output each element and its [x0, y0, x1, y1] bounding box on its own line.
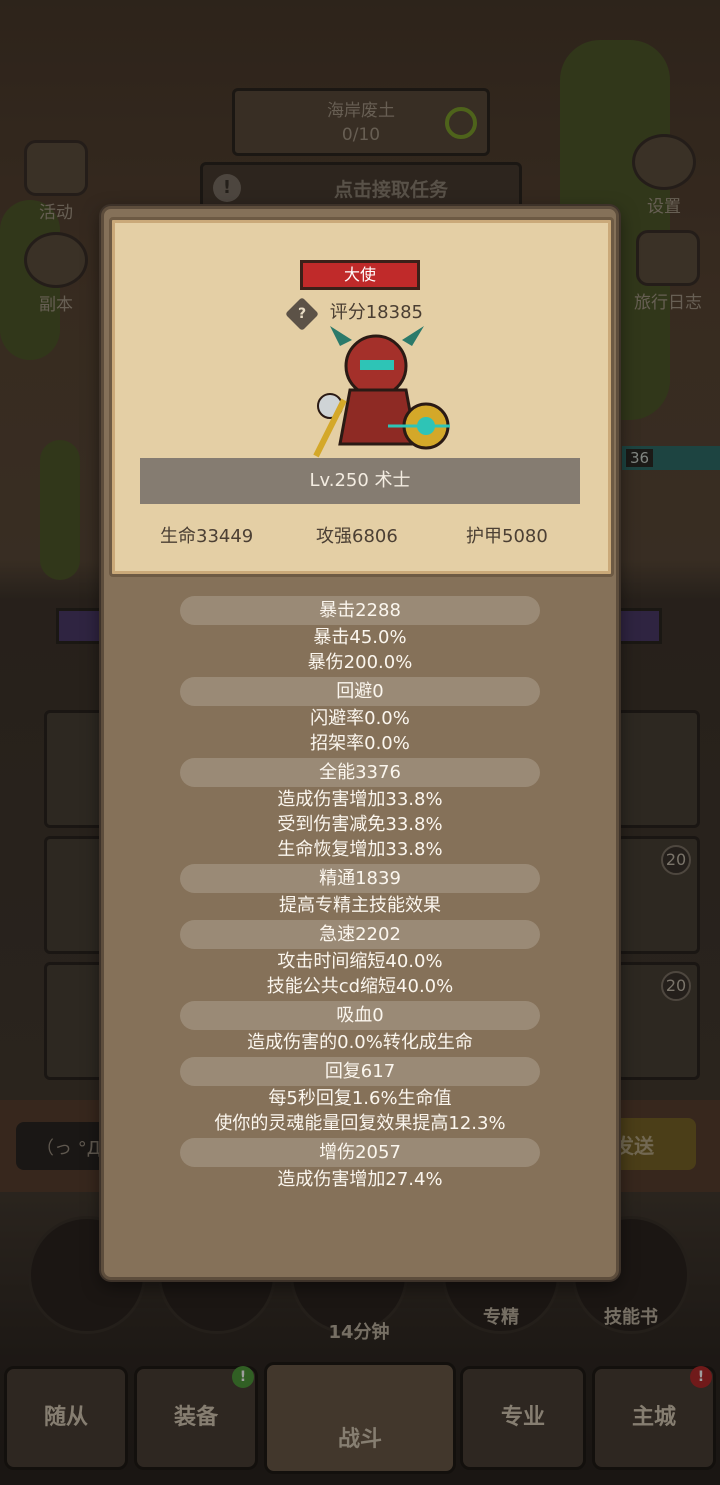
stat-detail: 攻击时间缩短40.0%: [277, 951, 443, 972]
stat-header: 增伤2057: [180, 1138, 540, 1167]
slot-count-badge: 20: [661, 971, 691, 1001]
item-slot[interactable]: [616, 710, 700, 828]
activity-button[interactable]: 活动: [14, 140, 98, 223]
versatility-group: 全能3376 造成伤害增加33.8% 受到伤害减免33.8% 生命恢复增加33.…: [101, 758, 619, 862]
stat-detail: 造成伤害增加33.8%: [277, 789, 443, 810]
attack-power-stat: 攻强6806: [316, 526, 398, 547]
dungeon-icon: [24, 232, 88, 288]
skill-book-label: 技能书: [604, 1307, 658, 1328]
nav-profession[interactable]: 专业: [460, 1366, 586, 1470]
stat-detail: 使你的灵魂能量回复效果提高12.3%: [214, 1113, 506, 1134]
haste-group: 急速2202 攻击时间缩短40.0% 技能公共cd缩短40.0%: [101, 920, 619, 999]
slot-count-badge: 20: [661, 845, 691, 875]
stat-detail: 造成伤害的0.0%转化成生命: [247, 1032, 473, 1053]
stat-header: 精通1839: [180, 864, 540, 893]
stat-detail: 造成伤害增加27.4%: [277, 1169, 443, 1190]
stat-header: 全能3376: [180, 758, 540, 787]
hp-stat: 生命33449: [160, 526, 254, 547]
stat-header: 急速2202: [180, 920, 540, 949]
stat-header: 回复617: [180, 1057, 540, 1086]
specialization-label: 专精: [483, 1307, 519, 1328]
quest-tracker[interactable]: 海岸废土 0/10: [232, 88, 490, 156]
main-city-notice-badge: !: [690, 1366, 712, 1388]
stat-detail: 招架率0.0%: [310, 733, 410, 754]
stat-detail: 暴击45.0%: [313, 627, 407, 648]
progress-bar-right: [616, 608, 662, 644]
equipment-notice-badge: !: [232, 1366, 254, 1388]
dungeon-button[interactable]: 副本: [14, 232, 98, 315]
stat-header: 暴击2288: [180, 596, 540, 625]
stat-detail: 每5秒回复1.6%生命值: [268, 1088, 452, 1109]
accept-task-button[interactable]: ! 点击接取任务: [200, 162, 522, 210]
title-badge: 大使: [300, 260, 420, 290]
stat-detail: 受到伤害减免33.8%: [277, 814, 443, 835]
timer-label: 14分钟: [328, 1322, 390, 1343]
armor-stat: 护甲5080: [466, 526, 548, 547]
stat-detail: 暴伤200.0%: [307, 652, 413, 673]
settings-label: 设置: [647, 197, 681, 217]
score-row: ? 评分18385: [285, 297, 450, 331]
warlock-character-sprite: [313, 326, 450, 458]
score-value: 评分18385: [329, 302, 423, 323]
avoidance-group: 回避0 闪避率0.0% 招架率0.0%: [101, 677, 619, 756]
travel-log-button[interactable]: 旅行日志: [616, 230, 720, 313]
lifesteal-group: 吸血0 造成伤害的0.0%转化成生命: [101, 1001, 619, 1055]
alert-icon: !: [213, 174, 241, 202]
nav-battle[interactable]: 战斗: [264, 1362, 456, 1474]
stat-detail: 提高专精主技能效果: [279, 895, 441, 916]
stat-header: 吸血0: [180, 1001, 540, 1030]
stat-detail: 生命恢复增加33.8%: [277, 839, 443, 860]
progress-bar-left: [56, 608, 106, 644]
activity-label: 活动: [39, 203, 73, 223]
stat-header: 回避0: [180, 677, 540, 706]
item-slot[interactable]: 20: [616, 962, 700, 1080]
stat-detail: 技能公共cd缩短40.0%: [266, 976, 454, 997]
activity-icon: [24, 140, 88, 196]
crit-group: 暴击2288 暴击45.0% 暴伤200.0%: [101, 596, 619, 675]
cactus-decoration: [40, 440, 80, 580]
mastery-group: 精通1839 提高专精主技能效果: [101, 864, 619, 918]
nav-followers[interactable]: 随从: [4, 1366, 128, 1470]
settings-button[interactable]: 设置: [622, 134, 706, 217]
gear-icon: [632, 134, 696, 190]
regen-group: 回复617 每5秒回复1.6%生命值 使你的灵魂能量回复效果提高12.3%: [101, 1057, 619, 1136]
player-level-badge: 36: [622, 446, 720, 470]
item-slot[interactable]: 20: [616, 836, 700, 954]
dungeon-label: 副本: [39, 295, 73, 315]
damage-increase-group: 增伤2057 造成伤害增加27.4%: [101, 1138, 619, 1192]
accept-task-label: 点击接取任务: [333, 179, 448, 201]
travel-log-label: 旅行日志: [634, 293, 702, 313]
stat-detail: 闪避率0.0%: [310, 708, 410, 729]
player-level: 36: [626, 449, 654, 467]
refresh-icon[interactable]: [445, 107, 477, 139]
level-class-label: Lv.250 术士: [140, 458, 580, 504]
secondary-stats-list: 暴击2288 暴击45.0% 暴伤200.0% 回避0 闪避率0.0% 招架率0…: [101, 596, 619, 1194]
book-icon: [636, 230, 700, 286]
